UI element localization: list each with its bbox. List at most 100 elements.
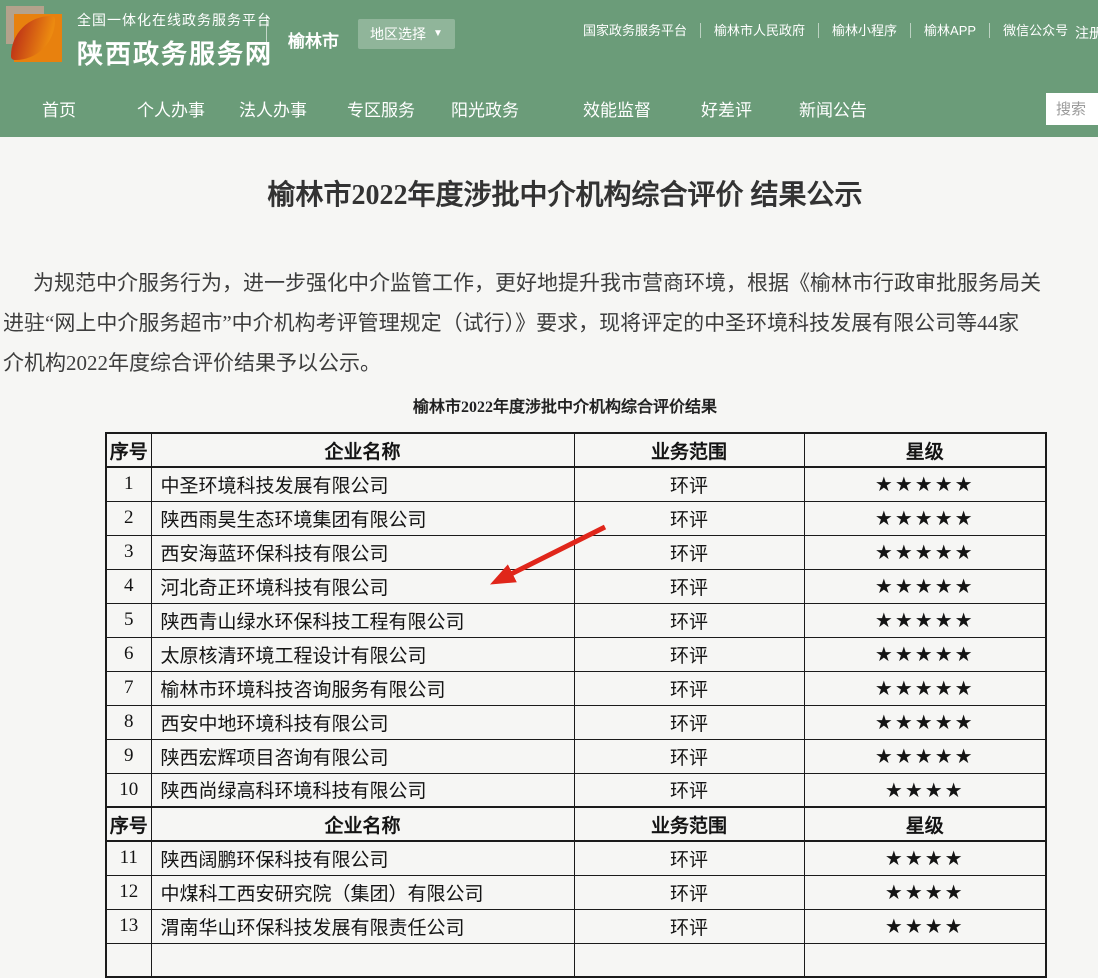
cell-company-name: 陕西青山绿水环保科技工程有限公司: [151, 603, 574, 637]
table-row: 13渭南华山环保科技发展有限责任公司环评★★★★: [106, 909, 1046, 943]
table-row: 2陕西雨昊生态环境集团有限公司环评★★★★★: [106, 501, 1046, 535]
search-input[interactable]: [1046, 93, 1098, 125]
top-link-national-platform[interactable]: 国家政务服务平台: [570, 23, 701, 38]
cell-company-name: 西安中地环境科技有限公司: [151, 705, 574, 739]
cell-scope: 环评: [574, 501, 804, 535]
cell-scope: 环评: [574, 467, 804, 501]
table-row: 3西安海蓝环保科技有限公司环评★★★★★: [106, 535, 1046, 569]
brand-divider: [266, 16, 267, 59]
cell-stars: [804, 943, 1046, 977]
cell-company-name: 西安海蓝环保科技有限公司: [151, 535, 574, 569]
cell-scope: 环评: [574, 637, 804, 671]
nav-item-personal-affairs[interactable]: 个人办事: [137, 96, 205, 121]
cell-stars: ★★★★★: [804, 535, 1046, 569]
cell-scope: 环评: [574, 875, 804, 909]
table-header-row: 序号企业名称业务范围星级: [106, 433, 1046, 467]
cell-company-name: 中煤科工西安研究院（集团）有限公司: [151, 875, 574, 909]
cell-stars: ★★★★★: [804, 569, 1046, 603]
header-cell: 序号: [106, 807, 151, 841]
cell-stars: ★★★★★: [804, 671, 1046, 705]
cell-no: 5: [106, 603, 151, 637]
table-caption: 榆林市2022年度涉批中介机构综合评价结果: [0, 393, 1098, 415]
header-cell: 星级: [804, 433, 1046, 467]
cell-no: 11: [106, 841, 151, 875]
cell-company-name: 陕西尚绿高科环境科技有限公司: [151, 773, 574, 807]
top-link-wechat-official[interactable]: 微信公众号: [990, 23, 1081, 38]
header-cell: 序号: [106, 433, 151, 467]
top-link-yulin-gov[interactable]: 榆林市人民政府: [701, 23, 819, 38]
nav-item-zone-services[interactable]: 专区服务: [347, 96, 415, 121]
nav-item-rating[interactable]: 好差评: [701, 96, 752, 121]
cell-company-name: 陕西宏辉项目咨询有限公司: [151, 739, 574, 773]
site-brand[interactable]: 全国一体化在线政务服务平台 陕西政务服务网: [77, 10, 273, 71]
table-row: 12中煤科工西安研究院（集团）有限公司环评★★★★: [106, 875, 1046, 909]
cell-scope: 环评: [574, 569, 804, 603]
nav-item-home[interactable]: 首页: [42, 96, 76, 121]
cell-company-name: [151, 943, 574, 977]
table-row: 10陕西尚绿高科环境科技有限公司环评★★★★: [106, 773, 1046, 807]
current-city-label: 榆林市: [288, 27, 339, 52]
table-row: 5陕西青山绿水环保科技工程有限公司环评★★★★★: [106, 603, 1046, 637]
cell-no: 9: [106, 739, 151, 773]
nav-item-open-government[interactable]: 阳光政务: [451, 96, 519, 121]
cell-company-name: 河北奇正环境科技有限公司: [151, 569, 574, 603]
cell-no: 7: [106, 671, 151, 705]
cell-scope: 环评: [574, 841, 804, 875]
cell-stars: ★★★★: [804, 841, 1046, 875]
cell-company-name: 中圣环境科技发展有限公司: [151, 467, 574, 501]
cell-stars: ★★★★: [804, 773, 1046, 807]
top-header: 全国一体化在线政务服务平台 陕西政务服务网 榆林市 地区选择 ▼ 国家政务服务平…: [0, 0, 1098, 75]
cell-no: 8: [106, 705, 151, 739]
header-cell: 业务范围: [574, 807, 804, 841]
cell-stars: ★★★★: [804, 909, 1046, 943]
cell-scope: 环评: [574, 773, 804, 807]
cell-no: 12: [106, 875, 151, 909]
region-selector-label: 地区选择: [370, 24, 426, 44]
cell-no: 13: [106, 909, 151, 943]
cell-scope: 环评: [574, 705, 804, 739]
cell-company-name: 太原核清环境工程设计有限公司: [151, 637, 574, 671]
evaluation-results-table: 序号企业名称业务范围星级1中圣环境科技发展有限公司环评★★★★★2陕西雨昊生态环…: [105, 432, 1047, 978]
announcement-content: 榆林市2022年度涉批中介机构综合评价 结果公示 为规范中介服务行为，进一步强化…: [0, 137, 1098, 978]
cell-no: 1: [106, 467, 151, 501]
table-row: 8西安中地环境科技有限公司环评★★★★★: [106, 705, 1046, 739]
site-name: 陕西政务服务网: [77, 34, 273, 71]
table-row: [106, 943, 1046, 977]
top-link-yulin-mini-program[interactable]: 榆林小程序: [819, 23, 911, 38]
nav-item-performance-supervision[interactable]: 效能监督: [583, 96, 651, 121]
page-title: 榆林市2022年度涉批中介机构综合评价 结果公示: [0, 173, 1098, 213]
cell-stars: ★★★★★: [804, 739, 1046, 773]
paragraph-line-2: 进驻“网上中介服务超市”中介机构考评管理规定（试行）》要求，现将评定的中圣环境科…: [3, 303, 1098, 343]
paragraph-line-1: 为规范中介服务行为，进一步强化中介监管工作，更好地提升我市营商环境，根据《榆林市…: [3, 263, 1098, 303]
top-link-yulin-app[interactable]: 榆林APP: [911, 23, 990, 38]
cell-company-name: 陕西阔鹏环保科技有限公司: [151, 841, 574, 875]
cell-company-name: 渭南华山环保科技发展有限责任公司: [151, 909, 574, 943]
header-cell: 企业名称: [151, 433, 574, 467]
cell-stars: ★★★★: [804, 875, 1046, 909]
table-row: 1中圣环境科技发展有限公司环评★★★★★: [106, 467, 1046, 501]
cell-company-name: 榆林市环境科技咨询服务有限公司: [151, 671, 574, 705]
table-row: 9陕西宏辉项目咨询有限公司环评★★★★★: [106, 739, 1046, 773]
cell-stars: ★★★★★: [804, 603, 1046, 637]
cell-scope: 环评: [574, 603, 804, 637]
table-row: 11陕西阔鹏环保科技有限公司环评★★★★: [106, 841, 1046, 875]
cell-no: 2: [106, 501, 151, 535]
cell-stars: ★★★★★: [804, 501, 1046, 535]
cell-no: 3: [106, 535, 151, 569]
table-row: 6太原核清环境工程设计有限公司环评★★★★★: [106, 637, 1046, 671]
cell-no: 6: [106, 637, 151, 671]
nav-item-news[interactable]: 新闻公告: [799, 96, 867, 121]
header-cell: 企业名称: [151, 807, 574, 841]
region-selector-button[interactable]: 地区选择 ▼: [358, 19, 455, 49]
table-row: 7榆林市环境科技咨询服务有限公司环评★★★★★: [106, 671, 1046, 705]
site-logo-icon: [6, 4, 70, 68]
main-navbar: 首页 个人办事 法人办事 专区服务 阳光政务 效能监督 好差评 新闻公告: [0, 75, 1098, 137]
table-header-row: 序号企业名称业务范围星级: [106, 807, 1046, 841]
nav-item-corporate-affairs[interactable]: 法人办事: [239, 96, 307, 121]
cell-no: 10: [106, 773, 151, 807]
header-cell: 业务范围: [574, 433, 804, 467]
register-link[interactable]: 注册: [1075, 23, 1098, 43]
cell-scope: [574, 943, 804, 977]
header-cell: 星级: [804, 807, 1046, 841]
chevron-down-icon: ▼: [433, 29, 443, 39]
